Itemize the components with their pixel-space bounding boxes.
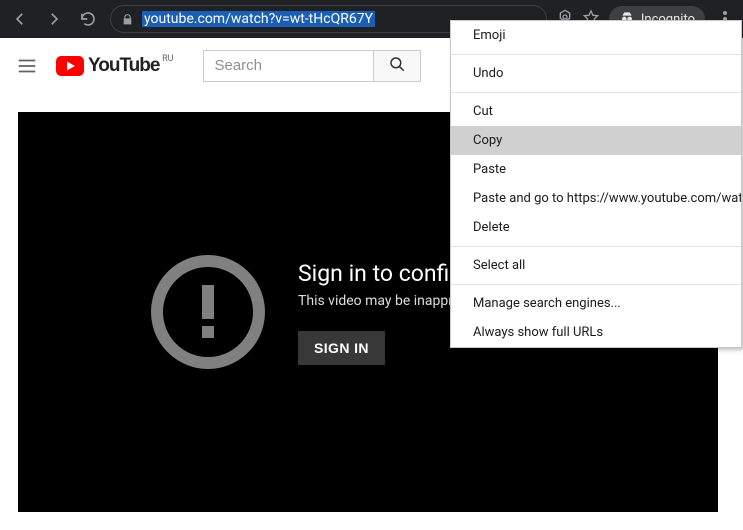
back-button[interactable] (8, 7, 32, 31)
warning-icon (148, 252, 268, 372)
search-button[interactable] (373, 50, 421, 82)
context-menu-item[interactable]: Paste (451, 155, 741, 184)
context-menu: Emoji Undo CutCopyPastePaste and go to htt… (450, 20, 742, 348)
context-menu-separator (451, 284, 741, 285)
context-menu-item[interactable]: Manage search engines... (451, 289, 741, 318)
context-menu-item[interactable]: Emoji (451, 21, 741, 50)
context-menu-item[interactable]: Cut (451, 97, 741, 126)
forward-button[interactable] (42, 7, 66, 31)
url-text: youtube.com/watch?v=wt-tHcQR67Y (142, 11, 375, 27)
search-box (203, 50, 421, 82)
reload-button[interactable] (76, 7, 100, 31)
context-menu-item[interactable]: Always show full URLs (451, 318, 741, 347)
context-menu-item[interactable]: Paste and go to https://www.youtube.com/… (451, 184, 741, 213)
signin-button[interactable]: SIGN IN (298, 331, 385, 365)
context-menu-item[interactable]: Copy (451, 126, 741, 155)
youtube-locale: RU (162, 54, 173, 64)
context-menu-item[interactable]: Select all (451, 251, 741, 280)
context-menu-separator (451, 246, 741, 247)
hamburger-icon[interactable] (16, 55, 38, 77)
youtube-logo[interactable]: YouTube RU (56, 55, 159, 77)
context-menu-separator (451, 92, 741, 93)
search-icon (388, 55, 406, 76)
context-menu-separator (451, 54, 741, 55)
search-input[interactable] (203, 50, 373, 82)
youtube-logo-text: YouTube (88, 55, 159, 77)
context-menu-item[interactable]: Undo (451, 59, 741, 88)
context-menu-item[interactable]: Delete (451, 213, 741, 242)
lock-icon (121, 13, 134, 26)
